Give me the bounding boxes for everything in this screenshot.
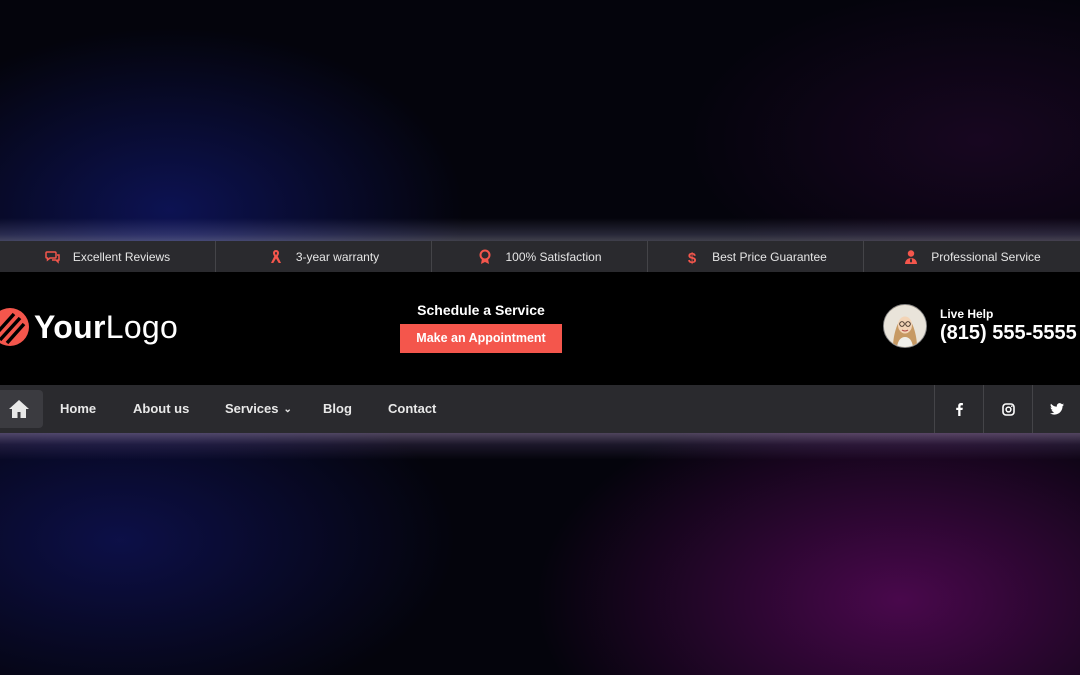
nav-blog[interactable]: Blog: [323, 385, 352, 433]
nav-home[interactable]: Home: [60, 385, 96, 433]
chevron-down-icon: ⌄: [283, 404, 292, 415]
dollar-icon: $: [684, 249, 700, 265]
feature-warranty: 3-year warranty: [216, 241, 432, 272]
instagram-icon: [1001, 402, 1015, 416]
facebook-link[interactable]: [934, 385, 983, 433]
nav-about-us[interactable]: About us: [133, 385, 189, 433]
avatar: [883, 304, 927, 348]
feature-label: Excellent Reviews: [72, 249, 171, 264]
help-text: Live Help (815) 555-5555: [940, 307, 1077, 345]
site-logo[interactable]: YourLogo: [0, 306, 178, 348]
social-links: [934, 385, 1080, 433]
main-nav: Home About us Services ⌄ Blog Contact: [0, 385, 1080, 433]
features-bar: Excellent Reviews 3-year warranty 100% S…: [0, 241, 1080, 272]
facebook-icon: [956, 403, 963, 416]
phone-number[interactable]: (815) 555-5555: [940, 322, 1077, 345]
feature-label: 3-year warranty: [295, 249, 380, 264]
nav-services[interactable]: Services ⌄: [225, 385, 292, 433]
live-help-label: Live Help: [940, 307, 994, 321]
feature-label: 100% Satisfaction: [505, 249, 602, 264]
logo-text: YourLogo: [34, 308, 179, 345]
bottom-glow: [0, 432, 1080, 460]
twitter-icon: [1050, 403, 1064, 415]
nav-contact[interactable]: Contact: [388, 385, 436, 433]
site-header: Excellent Reviews 3-year warranty 100% S…: [0, 241, 1080, 433]
twitter-link[interactable]: [1032, 385, 1080, 433]
schedule-title: Schedule a Service: [417, 302, 545, 318]
feature-professional-service: Professional Service: [864, 241, 1080, 272]
logo-mark-icon: [0, 308, 29, 346]
svg-text:$: $: [688, 250, 697, 265]
feature-excellent-reviews: Excellent Reviews: [0, 241, 216, 272]
chat-bubbles-icon: [45, 249, 61, 265]
user-tie-icon: [903, 249, 919, 265]
feature-label: Best Price Guarantee: [712, 249, 827, 264]
header-main: YourLogo Schedule a Service Make an Appo…: [0, 272, 1080, 385]
make-appointment-button[interactable]: Make an Appointment: [400, 324, 562, 353]
live-help-block[interactable]: Live Help (815) 555-5555: [883, 304, 1077, 348]
award-badge-icon: [477, 249, 493, 265]
schedule-block: Schedule a Service Make an Appointment: [400, 302, 562, 353]
feature-satisfaction: 100% Satisfaction: [432, 241, 648, 272]
feature-best-price: $ Best Price Guarantee: [648, 241, 864, 272]
home-icon: [8, 400, 29, 418]
home-button[interactable]: [0, 390, 43, 428]
ribbon-icon: [268, 249, 284, 265]
instagram-link[interactable]: [983, 385, 1032, 433]
feature-label: Professional Service: [931, 249, 1041, 264]
